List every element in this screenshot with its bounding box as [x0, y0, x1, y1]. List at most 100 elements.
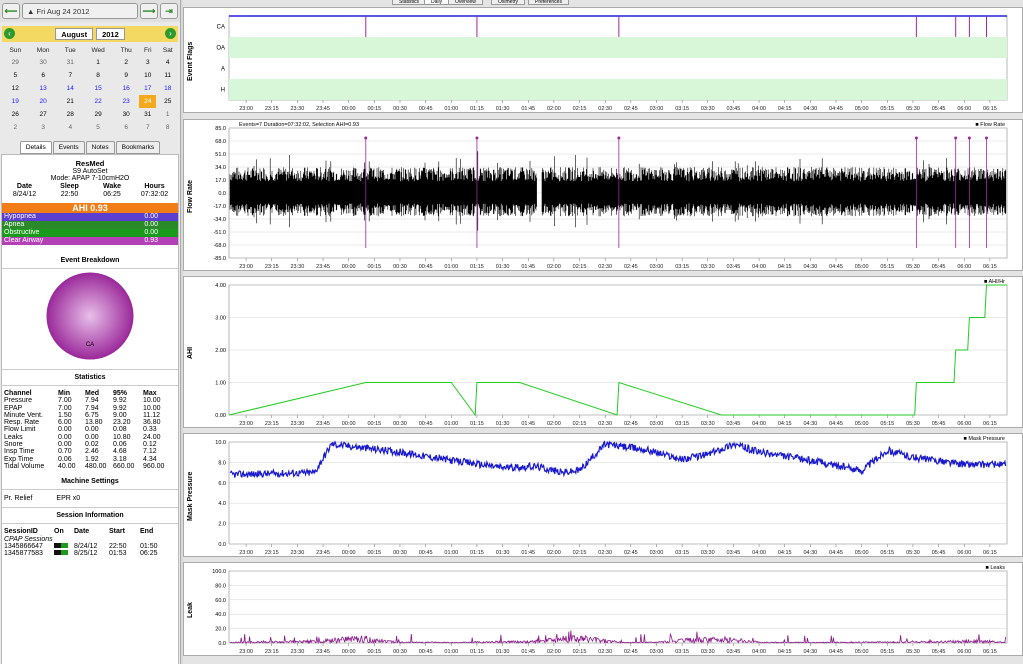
calendar-day[interactable]: 7 — [139, 121, 156, 134]
x-tick-label: 01:00 — [444, 106, 458, 112]
weekday-label: Tue — [64, 46, 76, 54]
tab-details[interactable]: Details — [19, 141, 52, 154]
calendar-day[interactable]: 8 — [83, 69, 113, 82]
graph-leak[interactable]: Leak 23:00 23:15 23:30 23:45 00:00 00:15 00:30 0… — [183, 562, 1023, 656]
toolbar-tab-overview[interactable]: Overview — [448, 0, 483, 5]
calendar-day[interactable]: 3 — [29, 121, 58, 134]
arrow-left-icon[interactable]: ⟵ — [2, 3, 20, 19]
stat-cell: 23.20 — [113, 419, 131, 427]
session-on-toggle[interactable] — [54, 550, 74, 557]
calendar-day[interactable]: 2 — [2, 121, 29, 134]
calendar-day[interactable]: 24 — [139, 95, 157, 108]
event-value: 0.00 — [144, 221, 158, 228]
x-tick-label: 23:45 — [316, 649, 330, 655]
graph-event-flags[interactable]: Event Flags 23:00 23:15 23:30 23:45 00:00 00:1… — [183, 7, 1023, 113]
calendar-day[interactable]: 10 — [139, 69, 156, 82]
event-row: Hypopnea 0.00 — [2, 213, 178, 221]
calendar-day[interactable]: 25 — [156, 95, 179, 108]
weekday-label: Mon — [36, 46, 50, 54]
calendar-day[interactable]: 17 — [139, 82, 156, 95]
x-tick-label: 02:45 — [624, 264, 638, 270]
calendar-day[interactable]: 11 — [156, 69, 179, 82]
calendar-day[interactable]: 21 — [58, 95, 83, 108]
calendar-day[interactable]: 30 — [29, 56, 58, 69]
calendar-day[interactable]: 27 — [29, 108, 58, 121]
stat-cell: 7.12 — [143, 448, 157, 456]
calendar-day[interactable]: 14 — [58, 82, 83, 95]
calendar-day[interactable]: 13 — [29, 82, 58, 95]
calendar-day[interactable]: 29 — [2, 56, 29, 69]
machine-model: S9 AutoSet — [72, 168, 108, 175]
toolbar-tab-preferences[interactable]: Preferences — [528, 0, 569, 5]
calendar-day[interactable]: 9 — [113, 69, 139, 82]
y-tick-label: 17.0 — [215, 178, 226, 184]
calendar-day[interactable]: 23 — [113, 95, 139, 108]
calendar-day[interactable]: 20 — [29, 95, 58, 108]
date-selector[interactable]: ▲ Fri Aug 24 2012 — [22, 3, 138, 19]
calendar-day[interactable]: 6 — [29, 69, 58, 82]
toolbar-tab-oximetry[interactable]: Oximetry — [491, 0, 525, 5]
y-tick-label: 100.0 — [212, 569, 226, 575]
graph-svg: 23:00 23:15 23:30 23:45 00:00 00:15 00:30 00:45… — [212, 565, 1008, 655]
calendar-day[interactable]: 19 — [2, 95, 29, 108]
calendar-day[interactable]: 16 — [113, 82, 139, 95]
tab-notes[interactable]: Notes — [85, 141, 115, 154]
calendar-day[interactable]: 1 — [156, 108, 179, 121]
y-tick-label: 80.0 — [215, 583, 226, 589]
jump-end-icon[interactable]: ⇥ — [160, 3, 178, 19]
calendar-day[interactable]: 26 — [2, 108, 29, 121]
session-id[interactable]: 1345877583 — [4, 550, 54, 557]
calendar-day[interactable]: 31 — [58, 56, 83, 69]
calendar-day[interactable]: 12 — [2, 82, 29, 95]
details-panel: ResMed S9 AutoSet Mode: APAP 7-10cmH2O D… — [1, 154, 179, 664]
stat-cell: 7.94 — [85, 397, 99, 405]
calendar-day[interactable]: 8 — [156, 121, 179, 134]
calendar-day[interactable]: 7 — [58, 69, 83, 82]
calendar-day[interactable]: 22 — [83, 95, 113, 108]
x-tick-label: 00:30 — [393, 106, 407, 112]
calendar-day[interactable]: 5 — [2, 69, 29, 82]
stat-cell: 11.12 — [143, 411, 160, 419]
calendar-day[interactable]: 4 — [58, 121, 83, 134]
tab-events[interactable]: Events — [52, 141, 85, 154]
calendar-day[interactable]: 5 — [83, 121, 113, 134]
calendar-day[interactable]: 29 — [83, 108, 113, 121]
x-tick-label: 01:00 — [444, 264, 458, 270]
summary-header: Sleep — [60, 183, 79, 190]
weekday-label: Fri — [143, 46, 152, 54]
toolbar-tab-daily[interactable]: Daily — [424, 0, 450, 5]
calendar-day[interactable]: 15 — [83, 82, 113, 95]
session-date: 8/25/12 — [74, 550, 98, 558]
year-select[interactable]: 2012 — [96, 28, 125, 40]
toolbar-tab-statistics[interactable]: Statistics — [392, 0, 427, 5]
session-id[interactable]: 1345866647 — [4, 543, 54, 550]
month-select[interactable]: August — [55, 28, 94, 40]
calendar-day[interactable]: 18 — [156, 82, 179, 95]
prev-month-icon[interactable]: ‹ — [4, 28, 15, 39]
session-header: On — [54, 528, 64, 536]
sleep-summary: Date Sleep Wake Hours 8/24/12 22:50 06:25 07:32… — [2, 183, 178, 199]
graph-flow-rate[interactable]: Flow Rate 23:00 23:15 23:30 23:45 00:00 00:15 0… — [183, 119, 1023, 271]
x-tick-label: 03:00 — [650, 264, 664, 270]
x-tick-label: 01:30 — [496, 264, 510, 270]
calendar-day[interactable]: 30 — [113, 108, 139, 121]
calendar-day[interactable]: 28 — [58, 108, 83, 121]
x-tick-label: 02:45 — [624, 421, 638, 427]
tab-bookmarks[interactable]: Bookmarks — [115, 141, 161, 154]
calendar-day[interactable]: 3 — [139, 56, 156, 69]
x-tick-label: 00:15 — [367, 421, 381, 427]
x-tick-label: 05:45 — [932, 421, 946, 427]
event-name: Hypopnea — [4, 213, 36, 220]
calendar-day[interactable]: 1 — [83, 56, 113, 69]
leak-line — [229, 630, 1006, 645]
next-month-icon[interactable]: › — [165, 28, 176, 39]
calendar-day[interactable]: 6 — [113, 121, 139, 134]
statistics-table: Channel Min Med 95% Max Pressure 7.00 7.94 9.92 1… — [2, 390, 178, 470]
calendar-day[interactable]: 2 — [113, 56, 139, 69]
graph-ahi[interactable]: AHI 23:00 23:15 23:30 23:45 00:00 00:15 00:30 00… — [183, 276, 1023, 428]
arrow-right-icon[interactable]: ⟶ — [140, 3, 158, 19]
session-on-toggle[interactable] — [54, 542, 74, 550]
calendar-day[interactable]: 31 — [139, 108, 156, 121]
calendar-day[interactable]: 4 — [156, 56, 179, 69]
graph-mask-pressure[interactable]: Mask Pressure 23:00 23:15 23:30 23:45 00:00 00… — [183, 433, 1023, 557]
